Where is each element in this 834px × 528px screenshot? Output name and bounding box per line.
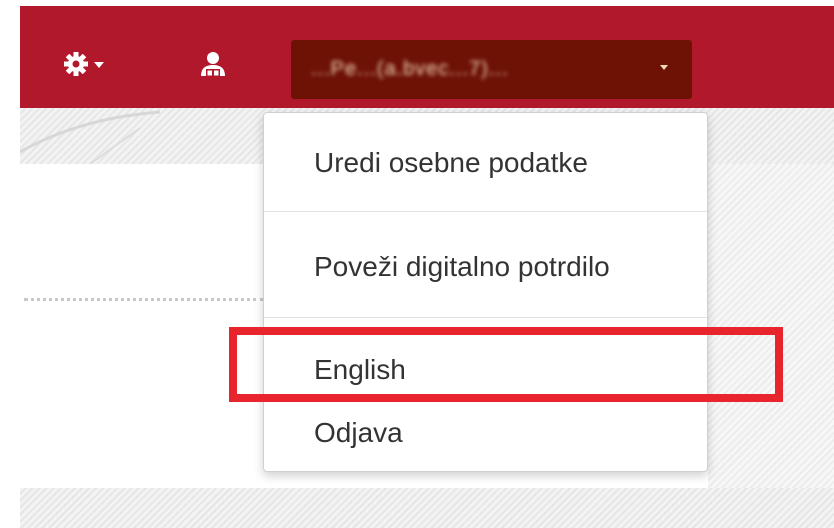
- settings-menu-button[interactable]: [62, 50, 122, 80]
- user-name-label: ...Pe...(a.bvec...7)...: [311, 58, 509, 80]
- menu-item-link-digital-certificate[interactable]: Poveži digitalno potrdilo: [314, 251, 610, 283]
- menu-divider: [264, 211, 707, 212]
- page: ...Pe...(a.bvec...7)... Uredi osebne pod…: [0, 0, 834, 528]
- menu-item-logout[interactable]: Odjava: [314, 417, 403, 449]
- background-decoration: [20, 110, 161, 164]
- background-pattern: [708, 164, 834, 488]
- menu-item-edit-personal-data[interactable]: Uredi osebne podatke: [314, 147, 588, 179]
- caret-down-icon: [94, 62, 104, 68]
- user-certificate-icon[interactable]: [196, 48, 230, 82]
- background-pattern: [20, 488, 834, 528]
- dotted-separator: [24, 298, 264, 301]
- caret-down-icon: [660, 65, 668, 70]
- user-account-button[interactable]: ...Pe...(a.bvec...7)...: [291, 40, 692, 99]
- gear-icon: [64, 52, 104, 76]
- menu-divider: [264, 317, 707, 318]
- menu-item-english[interactable]: English: [314, 354, 406, 386]
- user-dropdown-menu: Uredi osebne podatke Poveži digitalno po…: [263, 112, 708, 472]
